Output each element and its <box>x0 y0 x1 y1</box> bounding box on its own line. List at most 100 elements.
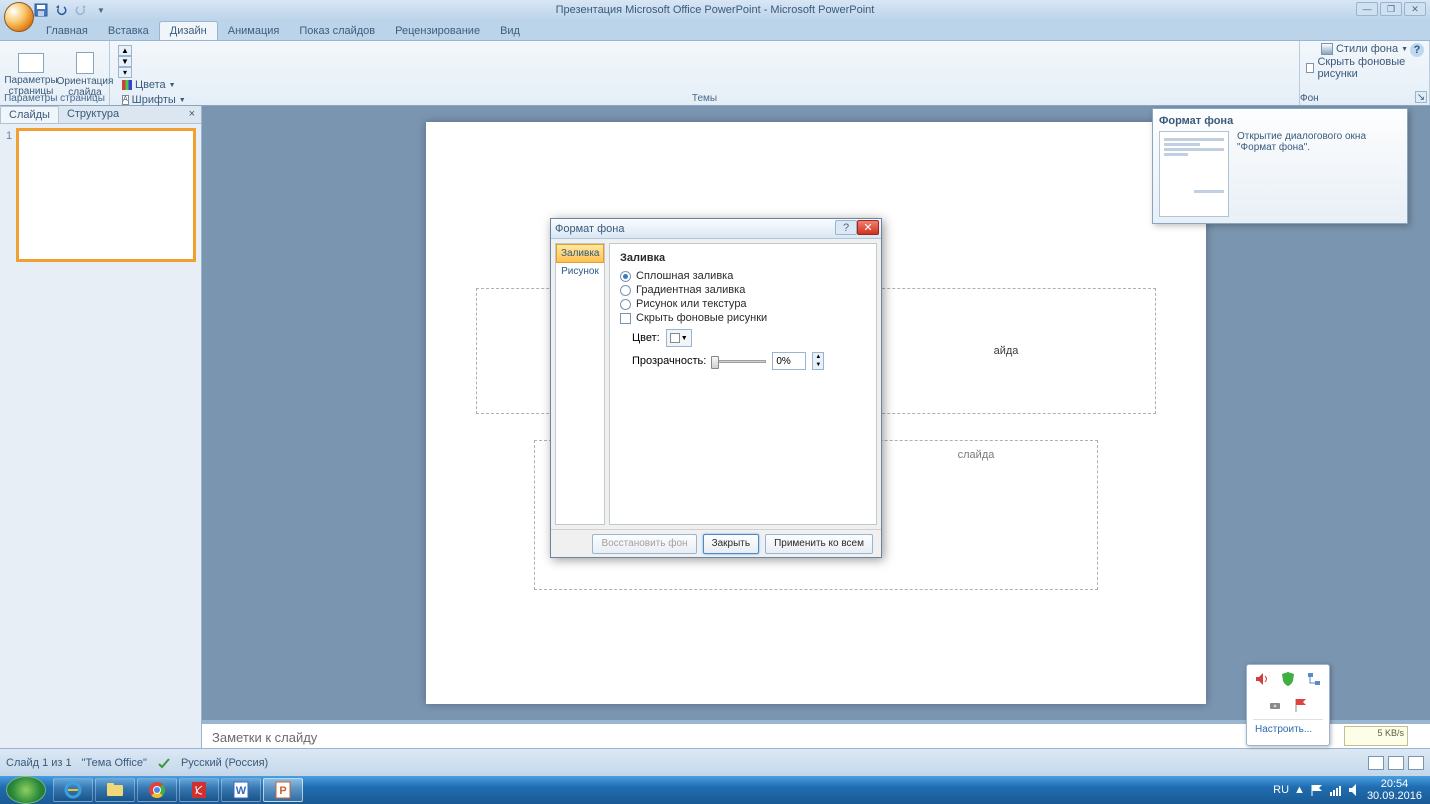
taskbar-explorer[interactable] <box>95 778 135 802</box>
maximize-button[interactable]: ❐ <box>1380 2 1402 16</box>
tray-vol-icon[interactable] <box>1348 783 1362 797</box>
view-sorter-icon[interactable] <box>1388 756 1404 770</box>
group-themes-label: Темы <box>110 93 1299 104</box>
dialog-content: Заливка Сплошная заливка Градиентная зал… <box>609 243 877 525</box>
status-theme: "Тема Office" <box>82 757 147 769</box>
redo-icon[interactable] <box>74 3 88 17</box>
radio-solid[interactable]: Сплошная заливка <box>620 270 866 282</box>
tab-animation[interactable]: Анимация <box>218 22 290 40</box>
minimize-button[interactable]: — <box>1356 2 1378 16</box>
group-themes: AaAaAaAaAaAaAaAaAaAaAaAaAaAaAaAaAaAaAaAa… <box>110 41 1300 105</box>
status-slide: Слайд 1 из 1 <box>6 757 72 769</box>
spellcheck-icon[interactable] <box>157 756 171 770</box>
checkbox-icon <box>620 313 631 324</box>
color-picker-button[interactable]: ▼ <box>666 329 692 347</box>
tray-clock[interactable]: 20:54 30.09.2016 <box>1367 778 1422 802</box>
status-lang[interactable]: Русский (Россия) <box>181 757 268 769</box>
dialog-titlebar[interactable]: Формат фона ? ✕ <box>551 219 881 239</box>
dialog-close-button[interactable]: ✕ <box>857 220 879 235</box>
tray-arrow-icon[interactable]: ▲ <box>1294 784 1305 796</box>
orientation-button[interactable]: Ориентация слайда <box>60 52 110 98</box>
thumb-number: 1 <box>6 130 14 260</box>
tray-action-icon[interactable] <box>1310 783 1324 797</box>
bg-styles-icon <box>1321 43 1333 55</box>
page-setup-icon <box>18 53 44 73</box>
taskbar-word[interactable]: W <box>221 778 261 802</box>
view-show-icon[interactable] <box>1408 756 1424 770</box>
check-hide-bg[interactable]: Скрыть фоновые рисунки <box>620 312 866 324</box>
close-button[interactable]: Закрыть <box>703 534 760 554</box>
close-button[interactable]: ✕ <box>1404 2 1426 16</box>
radio-icon <box>620 285 631 296</box>
tray-lang[interactable]: RU <box>1273 784 1289 796</box>
svg-text:W: W <box>236 785 247 797</box>
tab-outline[interactable]: Структура <box>59 106 127 123</box>
dialog-title: Формат фона <box>555 223 625 235</box>
save-icon[interactable] <box>34 3 48 17</box>
thumb-1-wrap[interactable]: 1 <box>6 130 195 260</box>
page-setup-button[interactable]: Параметры страницы <box>6 53 56 97</box>
taskbar-ie[interactable] <box>53 778 93 802</box>
ribbon: ? Параметры страницы Ориентация слайда П… <box>0 40 1430 106</box>
tooltip-title: Формат фона <box>1159 115 1401 127</box>
window-buttons: — ❐ ✕ <box>1356 2 1426 16</box>
tab-design[interactable]: Дизайн <box>159 21 218 40</box>
tab-home[interactable]: Главная <box>36 22 98 40</box>
view-buttons <box>1368 756 1424 770</box>
spin-up[interactable]: ▲ <box>813 353 823 361</box>
group-page-setup: Параметры страницы Ориентация слайда Пар… <box>0 41 110 105</box>
tooltip: Формат фона Открытие диалогового окна "Ф… <box>1152 108 1408 224</box>
tab-slides[interactable]: Слайды <box>0 106 59 123</box>
panel-close[interactable]: × <box>183 106 201 123</box>
gallery-up[interactable]: ▲ <box>118 45 132 56</box>
color-row: Цвет: ▼ <box>632 329 866 347</box>
tab-review[interactable]: Рецензирование <box>385 22 490 40</box>
view-normal-icon[interactable] <box>1368 756 1384 770</box>
dialog-nav: Заливка Рисунок <box>555 243 605 525</box>
taskbar-pdf[interactable] <box>179 778 219 802</box>
restore-button[interactable]: Восстановить фон <box>592 534 696 554</box>
slides-panel: Слайды Структура × 1 <box>0 106 202 776</box>
tray-customize-link[interactable]: Настроить... <box>1253 719 1323 739</box>
device-icon[interactable] <box>1267 697 1283 713</box>
tab-view[interactable]: Вид <box>490 22 530 40</box>
transparency-input[interactable] <box>772 352 806 370</box>
taskbar-chrome[interactable] <box>137 778 177 802</box>
panel-tabs: Слайды Структура × <box>0 106 201 124</box>
transparency-spinner: ▲▼ <box>812 352 824 370</box>
tab-insert[interactable]: Вставка <box>98 22 159 40</box>
qat-dropdown-icon[interactable]: ▼ <box>94 3 108 17</box>
radio-gradient[interactable]: Градиентная заливка <box>620 284 866 296</box>
nav-picture[interactable]: Рисунок <box>556 263 604 280</box>
thumbnails: 1 <box>0 124 201 776</box>
slider-thumb[interactable] <box>711 356 719 369</box>
dialog-help-button[interactable]: ? <box>835 220 857 235</box>
start-button[interactable] <box>6 776 46 804</box>
color-swatch-icon <box>670 333 680 343</box>
transparency-slider[interactable] <box>712 360 766 363</box>
radio-picture[interactable]: Рисунок или текстура <box>620 298 866 310</box>
taskbar-powerpoint[interactable]: P <box>263 778 303 802</box>
hide-bg-checkbox[interactable]: Скрыть фоновые рисунки <box>1306 56 1423 80</box>
apply-all-button[interactable]: Применить ко всем <box>765 534 873 554</box>
dialog-footer: Восстановить фон Закрыть Применить ко вс… <box>551 529 881 557</box>
tray-popup: Настроить... <box>1246 664 1330 746</box>
radio-icon <box>620 271 631 282</box>
tray-net-icon[interactable] <box>1329 783 1343 797</box>
thumb-1[interactable] <box>18 130 194 260</box>
gallery-down[interactable]: ▼ <box>118 56 132 67</box>
spin-down[interactable]: ▼ <box>813 361 823 369</box>
tab-slideshow[interactable]: Показ слайдов <box>289 22 385 40</box>
transparency-row: Прозрачность: ▲▼ <box>632 352 866 370</box>
undo-icon[interactable] <box>54 3 68 17</box>
colors-button[interactable]: Цвета▼ <box>122 78 182 92</box>
flag-icon[interactable] <box>1293 697 1309 713</box>
nav-fill[interactable]: Заливка <box>556 244 604 263</box>
bg-styles-button[interactable]: Стили фона▼ <box>1321 43 1408 55</box>
statusbar: Слайд 1 из 1 "Тема Office" Русский (Росс… <box>0 748 1430 776</box>
gallery-more[interactable]: ▾ <box>118 67 132 78</box>
volume-icon[interactable] <box>1254 671 1270 687</box>
shield-icon[interactable] <box>1280 671 1296 687</box>
network-icon[interactable] <box>1306 671 1322 687</box>
office-button[interactable] <box>4 2 34 32</box>
